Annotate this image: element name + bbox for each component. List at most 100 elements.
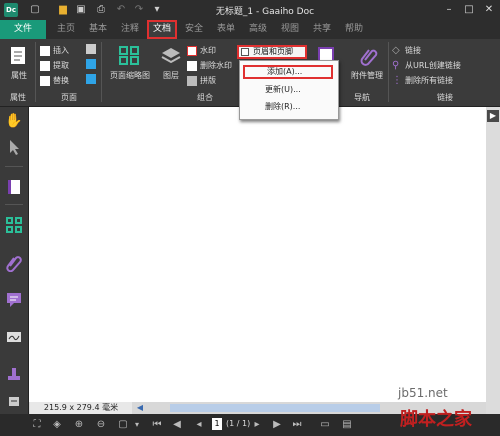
view-icon-1[interactable]: ▭ bbox=[318, 418, 332, 432]
horizontal-scroll-thumb[interactable] bbox=[170, 404, 380, 412]
group-links-label: 链接 bbox=[437, 93, 453, 102]
previous-page-icon[interactable]: ◀ bbox=[170, 418, 184, 432]
tab-advanced[interactable]: 高级 bbox=[244, 20, 272, 39]
open-folder-icon[interactable]: ▆ bbox=[56, 3, 70, 17]
group-nav-label: 导航 bbox=[354, 93, 370, 102]
layers-button[interactable] bbox=[160, 46, 182, 69]
delete-watermark-label: 删除水印 bbox=[200, 61, 232, 70]
attachments-label: 附件管理 bbox=[351, 71, 383, 80]
tab-view[interactable]: 视图 bbox=[276, 20, 304, 39]
current-page-input[interactable]: 1 bbox=[212, 418, 222, 430]
site-watermark-name: 脚本之家 bbox=[400, 409, 472, 430]
properties-button[interactable] bbox=[8, 46, 30, 69]
delete-all-links-button[interactable]: ⋮ 删除所有链接 bbox=[392, 74, 453, 87]
back-icon[interactable]: ◂ bbox=[192, 418, 206, 432]
insert-page-icon bbox=[40, 45, 50, 56]
page-mode-icon[interactable]: ▢ bbox=[116, 418, 130, 432]
delete-watermark-icon bbox=[187, 60, 197, 71]
crop-page-icon[interactable] bbox=[86, 74, 96, 84]
extract-page-icon bbox=[40, 60, 50, 71]
tab-form[interactable]: 表单 bbox=[212, 20, 240, 39]
menu-item-delete[interactable]: 删除(R)... bbox=[243, 100, 333, 114]
last-page-icon[interactable]: ⏭ bbox=[290, 418, 304, 432]
replace-page-icon bbox=[40, 75, 50, 86]
delete-links-icon: ⋮ bbox=[392, 74, 402, 86]
properties-label: 属性 bbox=[11, 71, 27, 80]
tab-share[interactable]: 共享 bbox=[308, 20, 336, 39]
minimize-button[interactable]: – bbox=[440, 2, 458, 18]
undo-icon[interactable]: ↶ bbox=[114, 3, 128, 17]
watermark-button[interactable]: 水印 bbox=[187, 44, 216, 57]
close-button[interactable]: ✕ bbox=[480, 2, 498, 18]
print-icon[interactable]: ⎙ bbox=[94, 3, 108, 17]
fit-width-icon[interactable]: ◈ bbox=[50, 418, 64, 432]
tab-file[interactable]: 文件 bbox=[0, 20, 46, 39]
select-tool-icon[interactable] bbox=[5, 138, 23, 156]
rotate-page-icon[interactable] bbox=[86, 59, 96, 69]
replace-label: 替换 bbox=[53, 76, 69, 85]
group-separator bbox=[388, 42, 389, 102]
page-thumbnail-button[interactable] bbox=[118, 46, 140, 69]
insert-page-button[interactable]: 插入 bbox=[40, 44, 69, 57]
scroll-left-arrow-icon[interactable]: ◀ bbox=[135, 402, 145, 414]
tab-comment[interactable]: 注释 bbox=[116, 20, 144, 39]
layout-button[interactable]: 拼版 bbox=[187, 74, 216, 87]
delete-all-links-label: 删除所有链接 bbox=[405, 76, 453, 85]
site-watermark-url: jb51.net bbox=[398, 386, 448, 400]
new-document-icon[interactable]: ▢ bbox=[28, 3, 42, 17]
menu-item-add[interactable]: 添加(A)... bbox=[243, 65, 333, 79]
extract-page-button[interactable]: 提取 bbox=[40, 59, 69, 72]
redo-icon[interactable]: ↷ bbox=[132, 3, 146, 17]
delete-watermark-button[interactable]: 删除水印 bbox=[187, 59, 232, 72]
next-page-icon[interactable]: ▶ bbox=[270, 418, 284, 432]
attachments-panel-icon[interactable] bbox=[5, 254, 23, 273]
window-title: 无标题_1 - Gaaiho Doc bbox=[215, 7, 315, 17]
link-button[interactable]: ◇ 链接 bbox=[392, 44, 421, 57]
tab-help[interactable]: 帮助 bbox=[340, 20, 368, 39]
create-link-from-url-label: 从URL创建链接 bbox=[405, 61, 461, 70]
thumbnails-panel-icon[interactable] bbox=[5, 216, 23, 234]
link-label: 链接 bbox=[405, 46, 421, 55]
paperclip-icon bbox=[360, 49, 378, 66]
attachments-button[interactable] bbox=[358, 46, 380, 69]
group-separator bbox=[35, 42, 36, 102]
document-canvas[interactable] bbox=[29, 107, 486, 402]
tab-security[interactable]: 安全 bbox=[180, 20, 208, 39]
page-size-readout: 215.9 x 279.4 毫米 bbox=[30, 402, 132, 414]
group-combine-label: 组合 bbox=[197, 93, 213, 102]
maximize-button[interactable]: □ bbox=[460, 2, 478, 18]
create-link-from-url-button[interactable]: ⚲ 从URL创建链接 bbox=[392, 59, 461, 72]
vertical-scrollbar[interactable] bbox=[486, 107, 500, 414]
page-count: (1 / 1) bbox=[226, 419, 251, 428]
layout-label: 拼版 bbox=[200, 76, 216, 85]
comments-panel-icon[interactable] bbox=[5, 290, 23, 308]
properties-icon bbox=[11, 47, 25, 64]
pin-icon: ⚲ bbox=[392, 59, 400, 71]
save-icon[interactable]: ▣ bbox=[74, 3, 88, 17]
page-mode-dropdown-icon[interactable]: ▾ bbox=[130, 418, 144, 432]
zoom-in-icon[interactable]: ⊕ bbox=[72, 418, 86, 432]
group-page-label: 页面 bbox=[61, 93, 77, 102]
zoom-out-icon[interactable]: ⊖ bbox=[94, 418, 108, 432]
customize-toolbar-icon[interactable]: ▾ bbox=[150, 3, 164, 17]
forward-icon[interactable]: ▸ bbox=[250, 418, 264, 432]
first-page-icon[interactable]: ⏮ bbox=[150, 418, 164, 432]
panel-options-icon[interactable] bbox=[5, 392, 23, 410]
menu-item-update[interactable]: 更新(U)... bbox=[243, 83, 333, 97]
signature-panel-icon[interactable] bbox=[5, 328, 23, 346]
watermark-label: 水印 bbox=[200, 46, 216, 55]
tab-basic[interactable]: 基本 bbox=[84, 20, 112, 39]
tab-document[interactable]: 文档 bbox=[147, 20, 177, 39]
tab-home[interactable]: 主页 bbox=[52, 20, 80, 39]
hand-tool-icon[interactable]: ✋ bbox=[5, 112, 23, 130]
stamp-tool-icon[interactable] bbox=[5, 366, 23, 384]
replace-page-button[interactable]: 替换 bbox=[40, 74, 69, 87]
watermark-icon bbox=[187, 45, 197, 56]
view-icon-2[interactable]: ▤ bbox=[340, 418, 354, 432]
layers-icon bbox=[161, 48, 181, 64]
panel-toggle-arrow-icon[interactable]: ▶ bbox=[487, 110, 499, 122]
fit-page-icon[interactable]: ⛶ bbox=[30, 418, 44, 432]
page-tool-icon-1[interactable] bbox=[86, 44, 96, 54]
thumbnail-grid-icon bbox=[119, 46, 139, 65]
page-view-icon[interactable] bbox=[5, 178, 23, 196]
